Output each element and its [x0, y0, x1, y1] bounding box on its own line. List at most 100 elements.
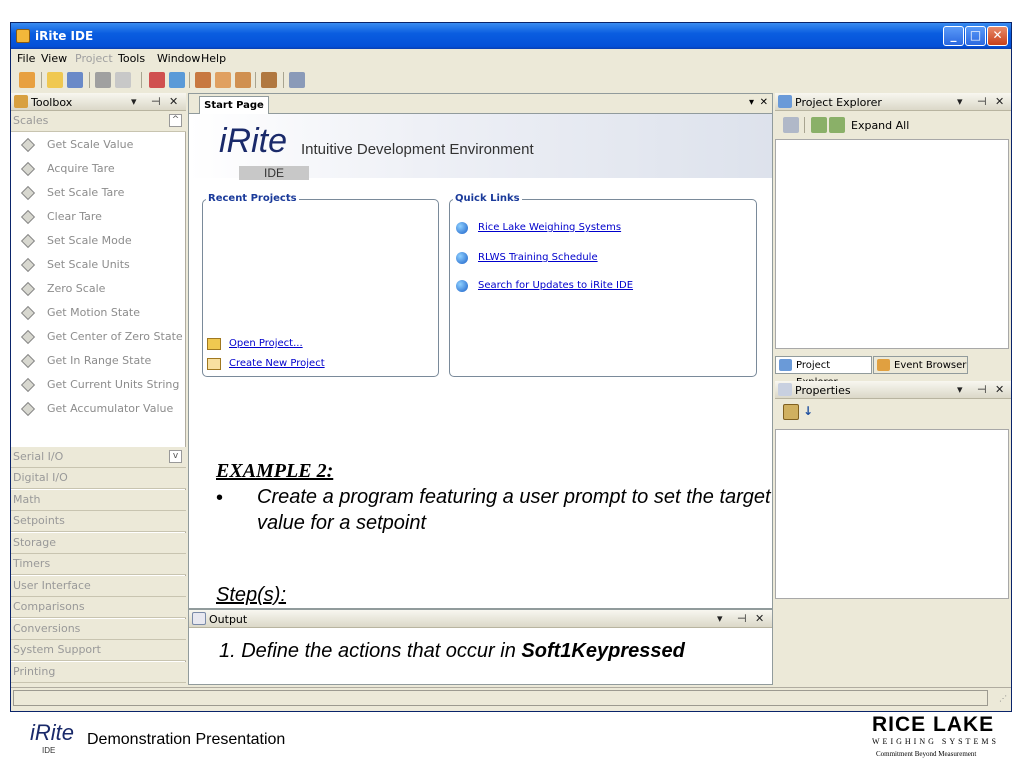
toolbox-category[interactable]: Storage	[11, 532, 186, 554]
resize-grip-icon[interactable]: ⋰	[999, 694, 1007, 703]
properties-icon	[778, 383, 792, 396]
tab-list-icon[interactable]: ▾	[749, 97, 754, 108]
chevron-down-icon[interactable]: v	[169, 450, 182, 463]
category-serial-io[interactable]: Serial I/O v	[11, 447, 186, 468]
pin-icon[interactable]: ⊣	[151, 95, 161, 108]
tab-start-page[interactable]: Start Page	[199, 96, 269, 114]
tab-event-browser[interactable]: Event Browser	[873, 356, 968, 374]
print-icon[interactable]	[95, 72, 111, 88]
globe-icon	[456, 280, 468, 292]
expand-all-label[interactable]: Expand All	[851, 119, 909, 132]
toolbox-category[interactable]: Setpoints	[11, 511, 186, 532]
menu-file[interactable]: File	[17, 52, 35, 65]
close-icon[interactable]: ✕	[169, 95, 178, 108]
toolbox-category[interactable]: System Support	[11, 640, 186, 661]
toolbox-item-label: Get Accumulator Value	[47, 402, 174, 415]
diamond-icon	[20, 233, 36, 249]
pin-icon[interactable]: ⊣	[737, 612, 747, 625]
send-icon[interactable]	[195, 72, 211, 88]
maximize-button[interactable]: □	[965, 26, 986, 46]
step-1-text: 1. Define the actions that occur in Soft…	[219, 640, 685, 662]
open-project-link[interactable]: Open Project...	[229, 338, 303, 349]
toolbox-item[interactable]: Get Motion State	[11, 301, 186, 325]
close-icon[interactable]: ✕	[755, 612, 764, 625]
print-preview-icon[interactable]	[115, 72, 131, 88]
toolbox-item[interactable]: Get Accumulator Value	[11, 397, 186, 421]
toolbox-item[interactable]: Zero Scale	[11, 277, 186, 301]
toolbox-item-label: Get Motion State	[47, 306, 141, 319]
menu-tools[interactable]: Tools	[118, 52, 145, 65]
toolbox-category[interactable]: Timers	[11, 554, 186, 575]
output-icon	[192, 612, 206, 625]
toolbox-item[interactable]: Get Current Units String	[11, 373, 186, 397]
footer-irite-logo: iRite IDE	[30, 720, 75, 755]
property-grid[interactable]	[775, 429, 1009, 599]
categorized-icon[interactable]	[783, 404, 799, 420]
close-button[interactable]: ✕	[987, 26, 1008, 46]
sort-alphabetical-icon[interactable]: ↓	[803, 404, 813, 418]
download-icon[interactable]	[215, 72, 231, 88]
toolbox-category[interactable]: Comparisons	[11, 597, 186, 618]
calibrate-icon[interactable]	[261, 72, 277, 88]
close-icon[interactable]: ✕	[995, 95, 1004, 108]
toolbox-item[interactable]: Get Center of Zero State	[11, 325, 186, 349]
expand-all-icon[interactable]	[829, 117, 845, 133]
menu-project[interactable]: Project	[75, 52, 113, 65]
toolbox-item[interactable]: Clear Tare	[11, 205, 186, 229]
toolbox-item[interactable]: Get Scale Value	[11, 133, 186, 157]
menu-view[interactable]: View	[41, 52, 67, 65]
toolbox-item-label: Get Scale Value	[47, 138, 134, 151]
dropdown-icon[interactable]: ▾	[957, 383, 963, 396]
training-schedule-link[interactable]: RLWS Training Schedule	[478, 252, 598, 263]
pin-icon[interactable]: ⊣	[977, 383, 987, 396]
diamond-icon	[20, 377, 36, 393]
toolbox-item[interactable]: Set Scale Mode	[11, 229, 186, 253]
diamond-icon	[20, 401, 36, 417]
title-bar: iRite IDE _ □ ✕	[11, 23, 1011, 49]
toolbox-category[interactable]: User Interface	[11, 575, 186, 597]
open-folder-icon[interactable]	[47, 72, 63, 88]
rice-lake-logo: RICE LAKE	[872, 713, 995, 736]
search-updates-link[interactable]: Search for Updates to iRite IDE	[478, 280, 633, 291]
tab-project-explorer[interactable]: Project Explorer	[775, 356, 872, 388]
project-tree[interactable]	[775, 139, 1009, 349]
close-tab-icon[interactable]: ✕	[760, 97, 768, 108]
output-header: Output ▾ ⊣ ✕	[189, 610, 772, 628]
dropdown-icon[interactable]: ▾	[131, 95, 137, 108]
toolbox-category[interactable]: Digital I/O	[11, 468, 186, 489]
properties-header: Properties ▾ ⊣ ✕	[775, 381, 1011, 399]
connect-icon[interactable]	[169, 72, 185, 88]
toolbox-item[interactable]: Set Scale Tare	[11, 181, 186, 205]
main-toolbar	[11, 67, 1011, 93]
category-scales[interactable]: Scales ^	[11, 111, 186, 132]
toolbox-panel: Toolbox ▾ ⊣ ✕ Scales ^ Get Scale Value Ac…	[11, 93, 186, 704]
new-icon[interactable]	[19, 72, 35, 88]
toolbox-item[interactable]: Get In Range State	[11, 349, 186, 373]
rice-lake-link[interactable]: Rice Lake Weighing Systems	[478, 222, 621, 233]
toolbox-item[interactable]: Acquire Tare	[11, 157, 186, 181]
dropdown-icon[interactable]: ▾	[957, 95, 963, 108]
expand-icon[interactable]	[811, 117, 827, 133]
menu-help[interactable]: Help	[201, 52, 226, 65]
dropdown-icon[interactable]: ▾	[717, 612, 723, 625]
toolbox-item[interactable]: Set Scale Units	[11, 253, 186, 277]
chevron-up-icon[interactable]: ^	[169, 114, 182, 127]
toolbox-category[interactable]: Conversions	[11, 618, 186, 640]
save-icon[interactable]	[67, 72, 83, 88]
properties-icon[interactable]	[783, 117, 799, 133]
build-icon[interactable]	[149, 72, 165, 88]
toolbox-category[interactable]: Printing	[11, 661, 186, 683]
close-icon[interactable]: ✕	[995, 383, 1004, 396]
pin-icon[interactable]: ⊣	[977, 95, 987, 108]
minimize-button[interactable]: _	[943, 26, 964, 46]
toolbox-item-label: Zero Scale	[47, 282, 106, 295]
create-new-project-link[interactable]: Create New Project	[229, 358, 325, 369]
diamond-icon	[20, 281, 36, 297]
steps-heading: Step(s):	[216, 584, 287, 606]
menu-window[interactable]: Window	[157, 52, 200, 65]
footer-text: Demonstration Presentation	[87, 731, 286, 748]
toolbox-category[interactable]: Math	[11, 489, 186, 511]
upload-icon[interactable]	[235, 72, 251, 88]
options-icon[interactable]	[289, 72, 305, 88]
toolbox-header: Toolbox ▾ ⊣ ✕	[11, 93, 186, 111]
